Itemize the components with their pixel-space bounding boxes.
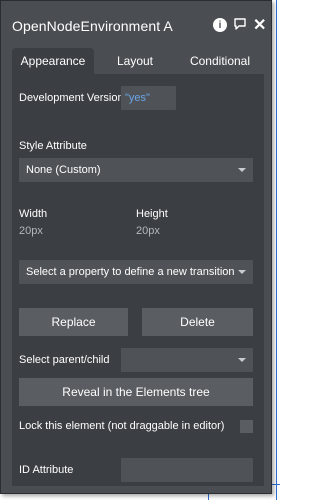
id-attribute-input[interactable] [121,458,253,482]
close-icon[interactable]: ✕ [253,15,266,35]
reveal-elements-tree-button[interactable]: Reveal in the Elements tree [19,378,253,406]
delete-button[interactable]: Delete [142,308,253,336]
property-editor-panel: OpenNodeEnvironment A i ✕ Appearance Lay… [0,0,272,494]
chevron-down-icon [238,168,246,172]
title-bar[interactable]: OpenNodeEnvironment A i ✕ [1,1,271,51]
style-attribute-value: None (Custom) [26,164,101,176]
info-icon[interactable]: i [213,18,227,32]
lock-element-checkbox[interactable] [240,420,253,433]
style-attribute-label: Style Attribute [19,140,87,152]
dev-version-value: "yes" [125,92,150,104]
height-label: Height [136,208,168,220]
height-value[interactable]: 20px [136,225,160,237]
comment-icon[interactable] [233,17,247,31]
transition-dropdown[interactable]: Select a property to define a new transi… [19,260,253,284]
appearance-tab-content: Development Version "yes" Style Attribut… [12,74,264,486]
width-value[interactable]: 20px [19,225,43,237]
dev-version-label: Development Version [19,92,124,104]
dev-version-field[interactable]: "yes" [121,86,176,110]
window-title: OpenNodeEnvironment A [12,18,173,34]
id-attribute-label: ID Attribute [19,464,74,476]
style-attribute-dropdown[interactable]: None (Custom) [19,158,253,182]
tab-bar: Appearance Layout Conditional [12,48,264,74]
parent-child-dropdown[interactable] [121,348,253,372]
chevron-down-icon [238,270,246,274]
comment-icon-glyph [234,18,246,30]
parent-child-label: Select parent/child [19,354,110,366]
tab-appearance[interactable]: Appearance [12,48,94,74]
tab-layout[interactable]: Layout [96,48,174,74]
width-label: Width [19,208,48,220]
lock-element-label: Lock this element (not draggable in edit… [19,420,225,432]
chevron-down-icon [238,358,246,362]
replace-button[interactable]: Replace [19,308,128,336]
transition-placeholder: Select a property to define a new transi… [26,266,235,278]
tab-conditional[interactable]: Conditional [176,48,264,74]
canvas-guide-line [276,0,277,500]
